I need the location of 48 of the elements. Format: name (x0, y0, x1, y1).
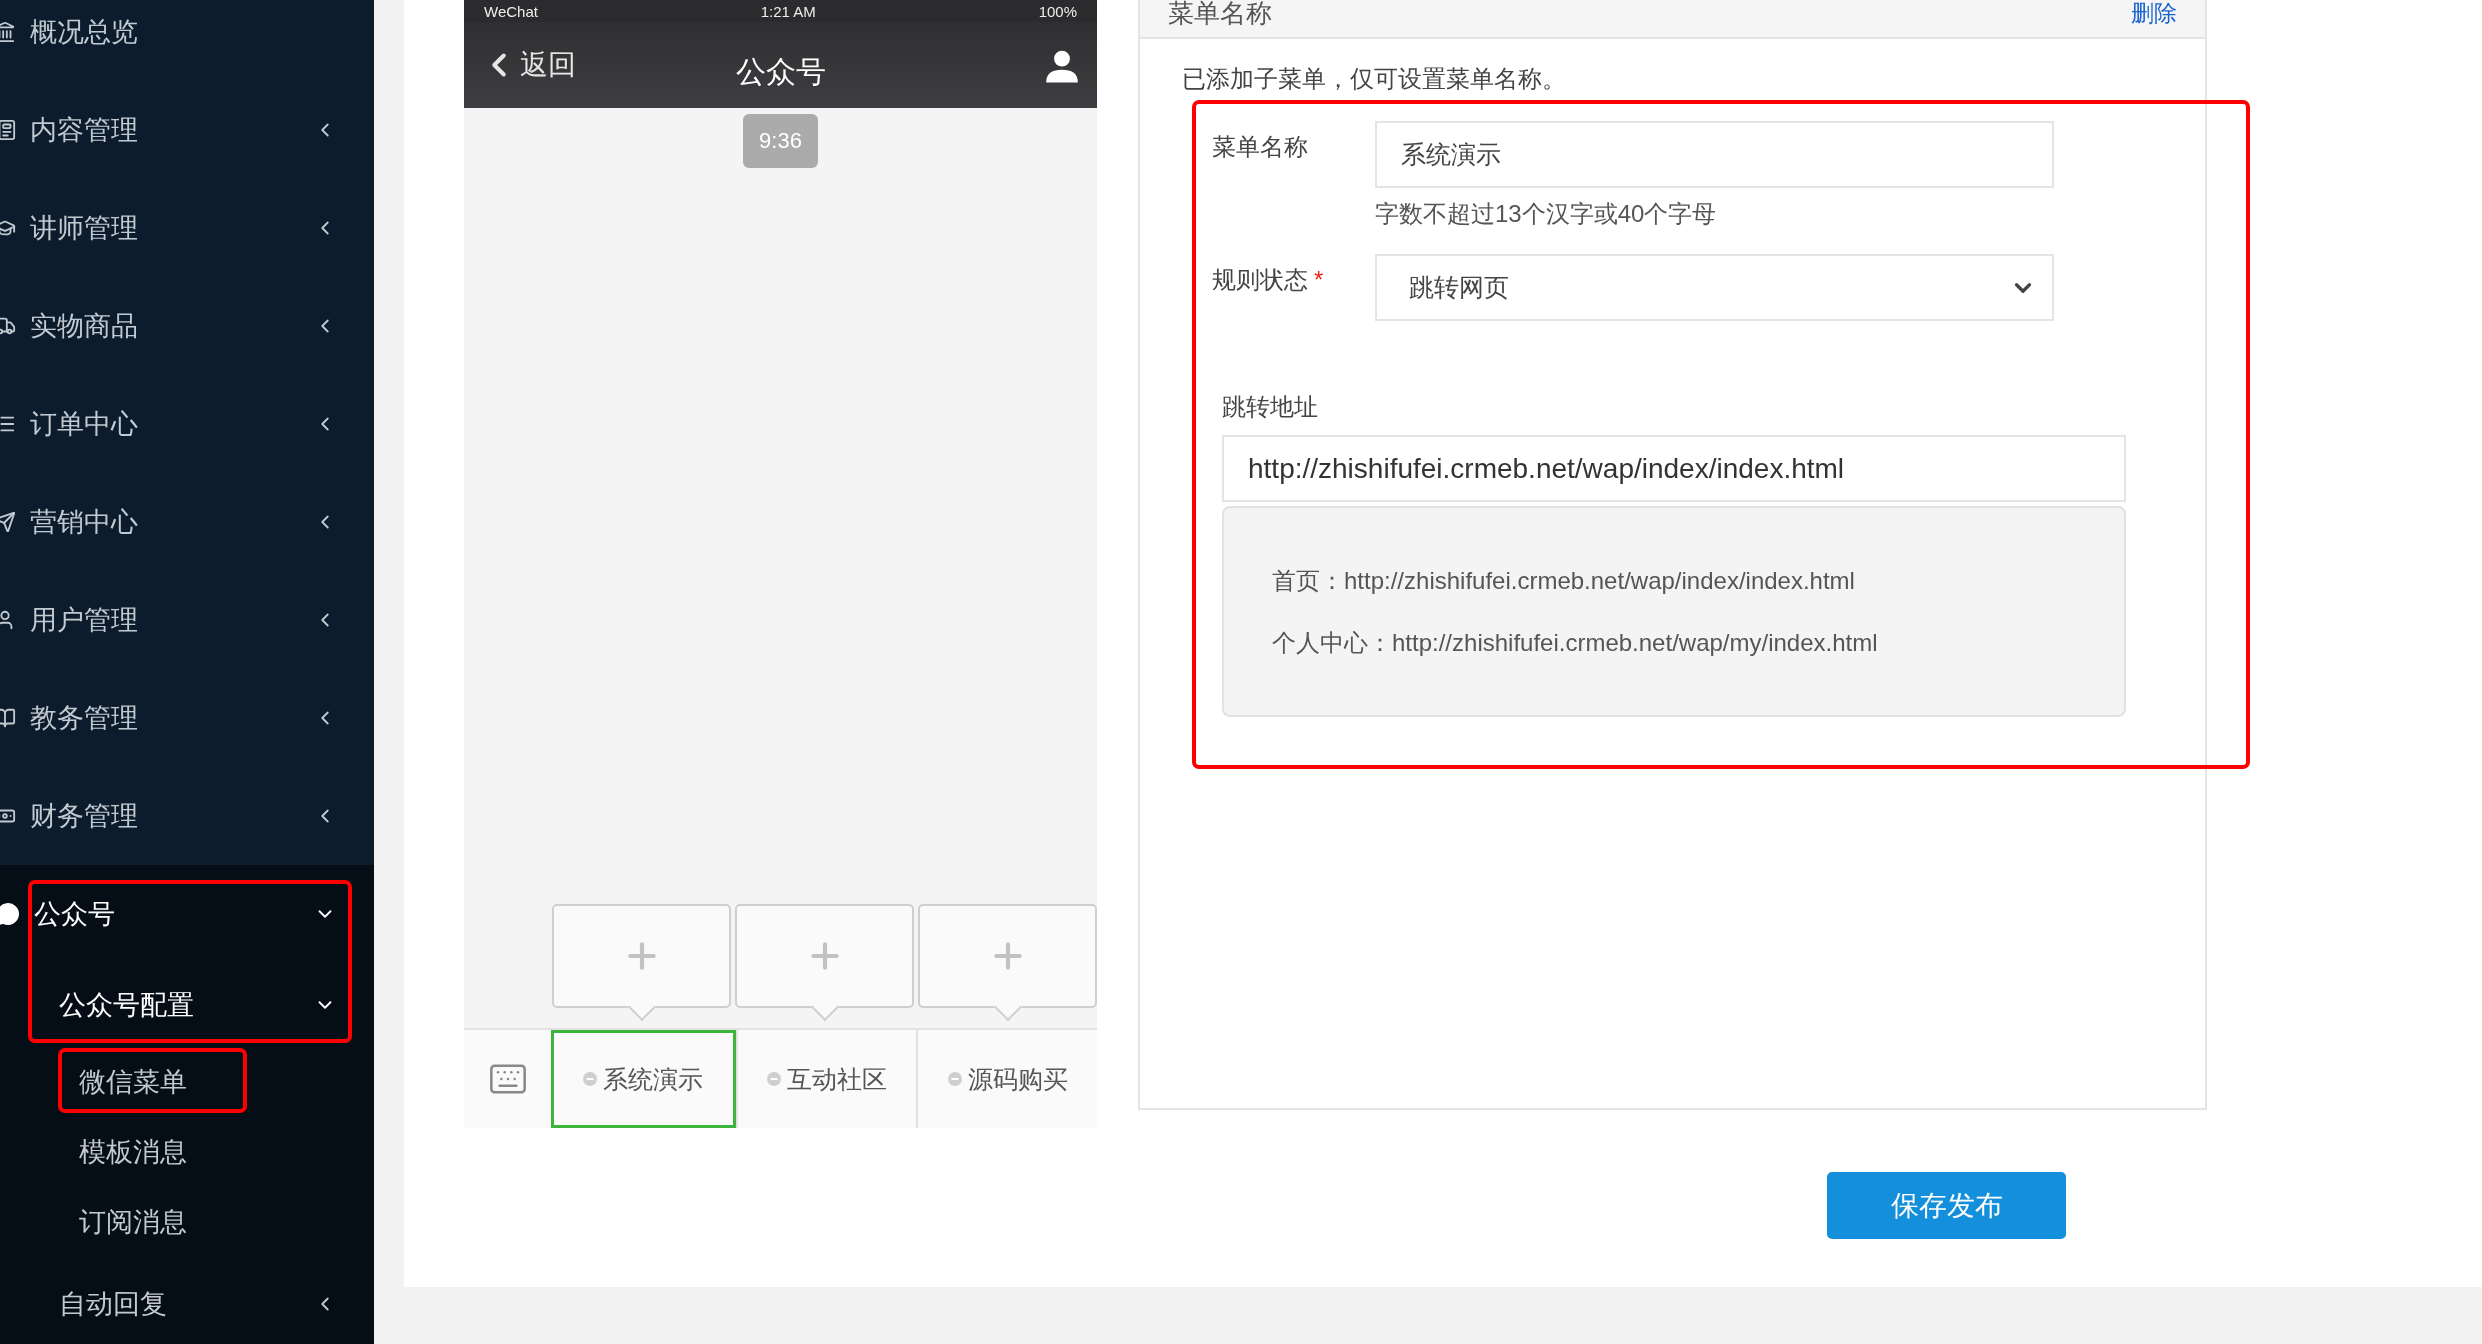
sidebar-item[interactable]: 公众号 (0, 865, 374, 963)
carrier-text: WeChat (484, 2, 538, 20)
sidebar-item[interactable]: 概况总览 (0, 0, 374, 81)
sidebar-item[interactable]: 微信菜单 (0, 1047, 374, 1117)
minus-circle-icon (767, 1072, 781, 1086)
timestamp: 9:36 (743, 114, 818, 168)
sidebar-item[interactable]: 实物商品 (0, 277, 374, 375)
sidebar-item[interactable]: 讲师管理 (0, 179, 374, 277)
back-link[interactable]: 返回 (480, 46, 576, 84)
field-label: 规则状态 * (1212, 265, 1325, 295)
delete-link[interactable]: 删除 (2131, 0, 2177, 29)
battery-text: 100% (1038, 2, 1077, 20)
menu-icon (0, 707, 16, 729)
menu-icon (0, 119, 16, 141)
hint-text: 首页：http://zhishifufei.crmeb.net/wap/index/index.html (1272, 565, 1856, 596)
add-submenu-button[interactable] (918, 904, 1097, 1020)
rule-select[interactable]: 跳转网页 (1375, 254, 2054, 321)
sidebar-item[interactable]: 财务管理 (0, 767, 374, 865)
sidebar-item[interactable]: 用户管理 (0, 571, 374, 669)
sidebar-item[interactable]: 教务管理 (0, 669, 374, 767)
menu-tab[interactable]: 源码购买 (916, 1030, 1097, 1128)
hint-text: 字数不超过13个汉字或40个字母 (1375, 199, 1718, 229)
menu-icon (0, 21, 16, 43)
menu-tab[interactable]: 系统演示 (551, 1030, 736, 1128)
phone-title: 公众号 (735, 53, 826, 90)
save-button[interactable]: 保存发布 (1827, 1172, 2066, 1239)
url-field[interactable]: http://zhishifufei.crmeb.net/wap/index/index.html (1222, 435, 2126, 502)
minus-circle-icon (947, 1072, 962, 1086)
sidebar-item[interactable]: 公众号配置 (0, 963, 374, 1047)
menu-tab[interactable]: 互动社区 (735, 1030, 917, 1128)
sidebar-item[interactable]: 模板消息 (0, 1117, 374, 1187)
minus-circle-icon (583, 1072, 598, 1086)
notice-text: 已添加子菜单，仅可设置菜单名称。 (1182, 64, 1567, 94)
clock-text: 1:21 AM (760, 2, 816, 20)
sidebar-item[interactable]: 内容管理 (0, 81, 374, 179)
add-submenu-button[interactable] (735, 904, 914, 1020)
menu-icon (0, 511, 16, 533)
field-label: 跳转地址 (1222, 392, 1319, 422)
panel-title: 菜单名称 (1168, 0, 1272, 30)
sidebar-item[interactable]: 营销中心 (0, 473, 374, 571)
add-submenu-button[interactable] (552, 904, 731, 1020)
sidebar-item[interactable]: 订阅消息 (0, 1187, 374, 1257)
hint-text: 个人中心：http://zhishifufei.crmeb.net/wap/my/index.html (1272, 627, 1879, 658)
sidebar-item[interactable]: 自动回复 (0, 1257, 374, 1344)
sidebar-item[interactable]: 订单中心 (0, 375, 374, 473)
menu-icon (0, 315, 16, 337)
menu-name-field[interactable]: 系统演示 (1375, 121, 2054, 188)
field-label: 菜单名称 (1212, 132, 1309, 162)
